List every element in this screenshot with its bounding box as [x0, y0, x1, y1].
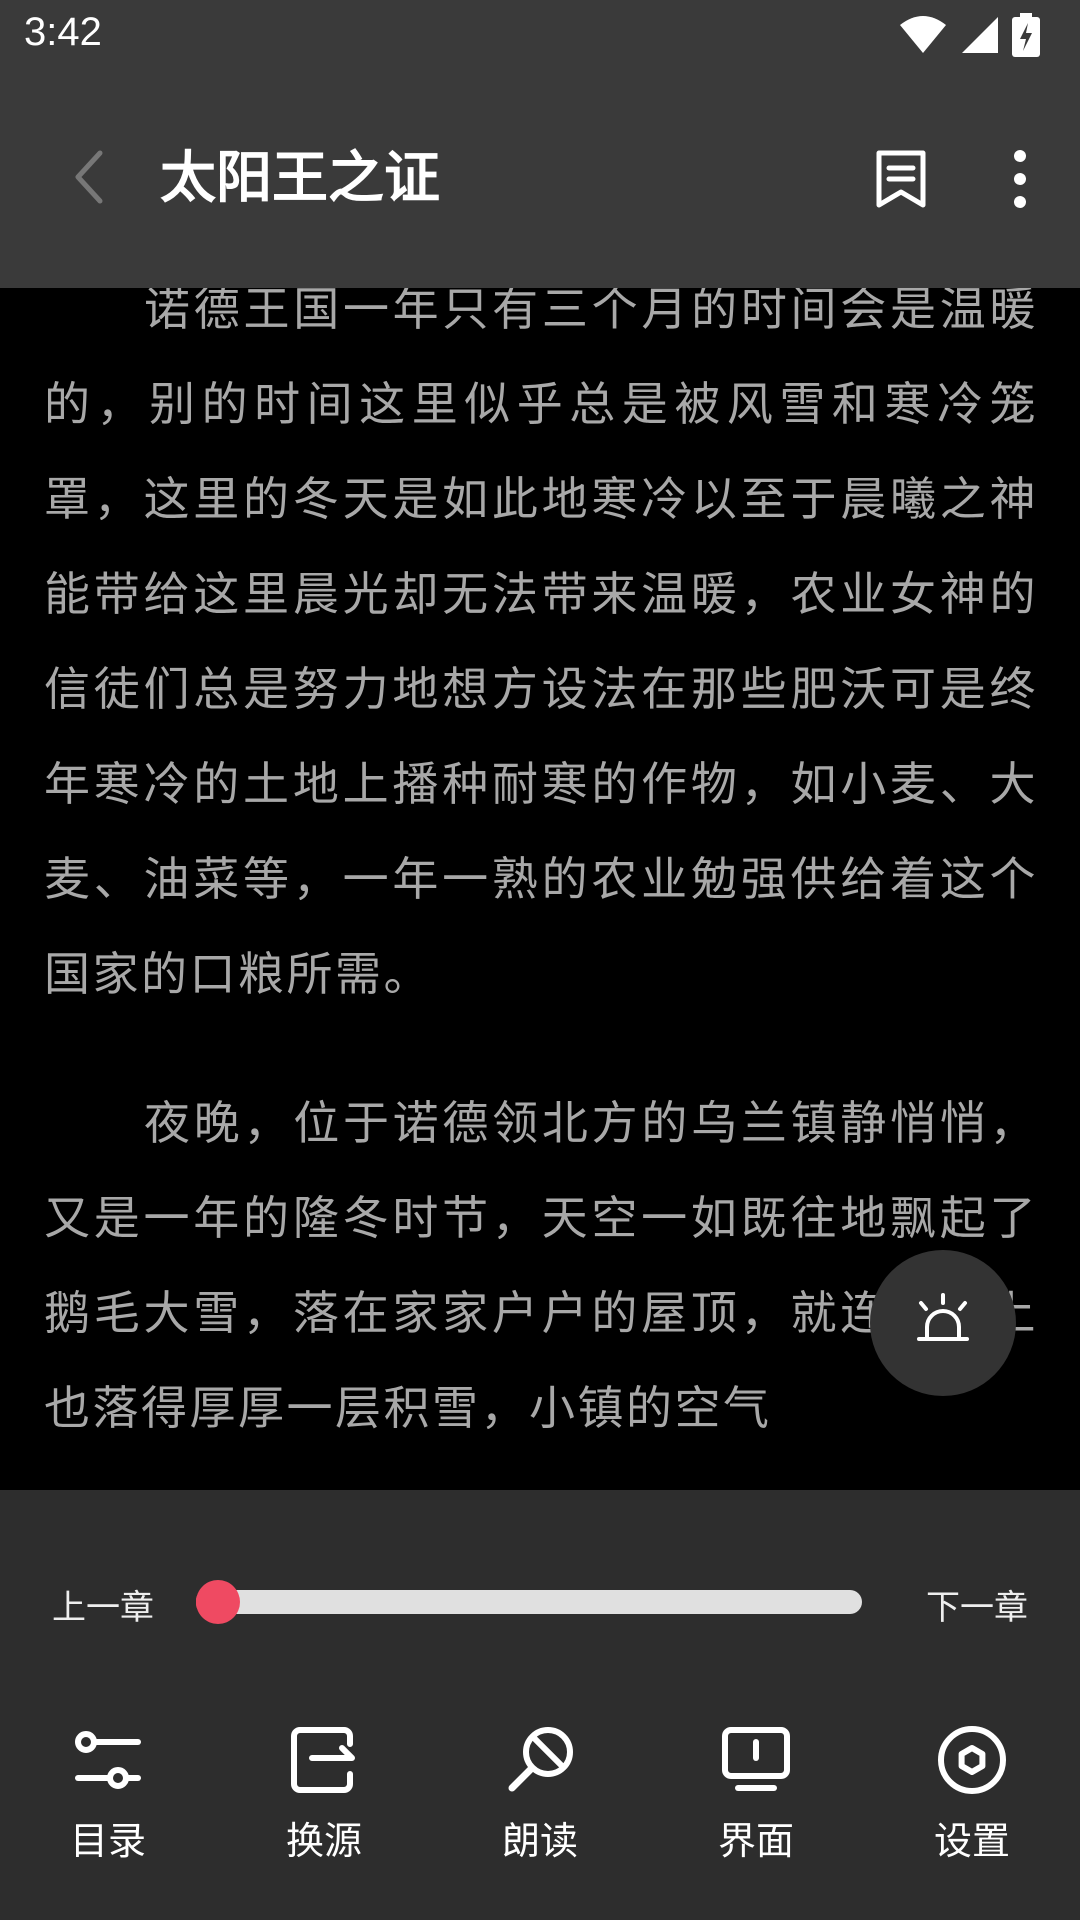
status-icons — [898, 12, 1040, 62]
bookmark-button[interactable] — [866, 146, 936, 216]
catalog-icon — [68, 1720, 148, 1800]
paragraph: 夜晚，位于诺德领北方的乌兰镇静悄悄，又是一年的隆冬时节，天空一如既往地飘起了鹅毛… — [44, 1096, 1038, 1435]
switch-source-icon — [284, 1720, 364, 1800]
more-options-button[interactable] — [990, 146, 1050, 216]
display-icon — [716, 1720, 796, 1800]
signal-icon — [960, 15, 1000, 59]
display-button[interactable]: 界面 — [681, 1720, 831, 1880]
auto-read-timer-button[interactable] — [870, 1250, 1016, 1396]
more-vert-icon — [1013, 149, 1027, 213]
paragraph: 诺德王国一年只有三个月的时间会是温暖的，别的时间这里似乎总是被风雪和寒冷笼罩，这… — [44, 288, 1038, 1001]
wifi-icon — [898, 15, 948, 59]
bottom-toolbar: 目录 换源 朗读 界面 设置 — [0, 1720, 1080, 1880]
switch-source-button[interactable]: 换源 — [249, 1720, 399, 1880]
settings-label: 设置 — [933, 1819, 1010, 1863]
switch-source-label: 换源 — [285, 1819, 362, 1863]
catalog-button[interactable]: 目录 — [33, 1720, 183, 1880]
status-bar: 3:42 — [0, 0, 1080, 74]
catalog-label: 目录 — [69, 1819, 146, 1863]
read-aloud-icon — [500, 1720, 580, 1800]
read-aloud-button[interactable]: 朗读 — [465, 1720, 615, 1880]
alarm-icon — [913, 1293, 973, 1353]
settings-button[interactable]: 设置 — [897, 1720, 1047, 1880]
back-button[interactable] — [60, 144, 120, 214]
next-chapter-button[interactable]: 下一章 — [926, 1580, 1028, 1629]
back-arrow-icon — [70, 149, 110, 209]
progress-thumb[interactable] — [196, 1580, 240, 1624]
prev-chapter-button[interactable]: 上一章 — [52, 1580, 154, 1629]
settings-icon — [932, 1720, 1012, 1800]
status-time: 3:42 — [24, 10, 102, 54]
chapter-progress-slider[interactable] — [196, 1580, 862, 1624]
book-title: 太阳王之证 — [160, 146, 440, 211]
display-label: 界面 — [717, 1819, 794, 1863]
reader-menu-panel: 上一章 下一章 目录 换源 朗读 界面 设置 — [0, 1490, 1080, 1920]
top-app-bar: 太阳王之证 — [0, 74, 1080, 288]
bookmark-icon — [874, 148, 928, 214]
read-aloud-label: 朗读 — [501, 1819, 578, 1863]
battery-charging-icon — [1012, 13, 1040, 61]
